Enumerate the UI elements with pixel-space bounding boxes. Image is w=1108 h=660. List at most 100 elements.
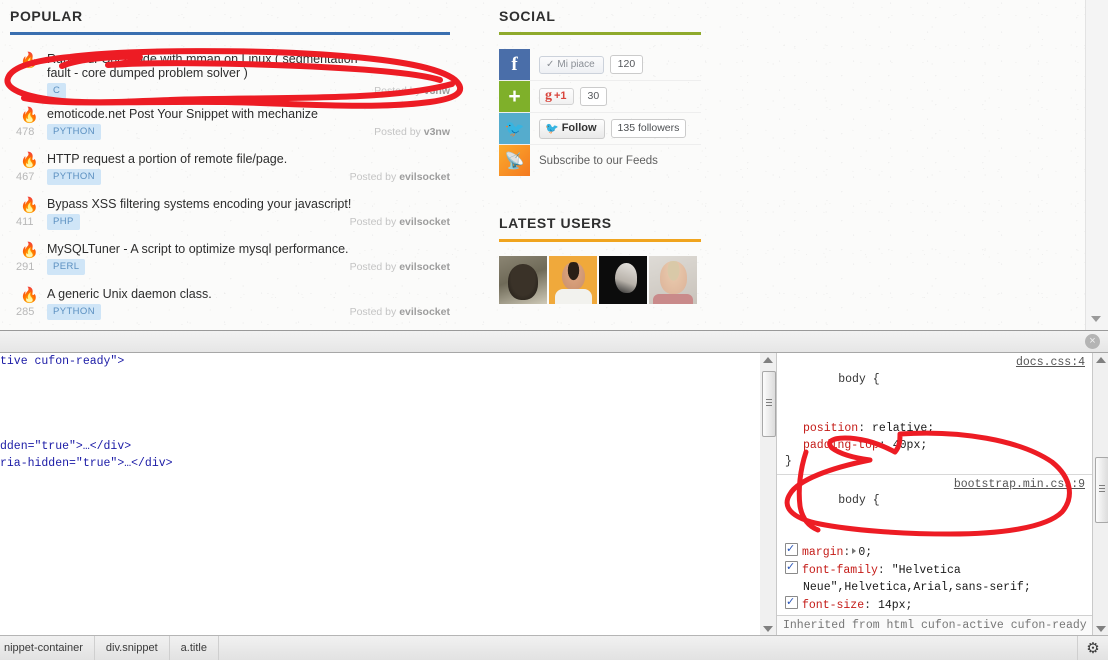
twitter-widget: 🐦 Follow 135 followers	[530, 118, 701, 139]
css-selector[interactable]: body {	[838, 373, 879, 386]
scroll-down-arrow-icon[interactable]	[763, 626, 773, 632]
dom-line[interactable]: tive cufon-ready">	[0, 353, 760, 370]
flame-icon: 🔥	[20, 242, 39, 259]
breadcrumb-item[interactable]: a.title	[170, 636, 219, 660]
posted-prefix: Posted by	[374, 126, 421, 138]
social-section: SOCIAL f ✓ Mi piace 120 + g +1 30 🐦 🐦 Fo…	[499, 8, 701, 176]
scrollbar-thumb[interactable]	[762, 371, 776, 437]
facebook-like-count: 120	[609, 55, 644, 74]
social-accent-rule	[499, 32, 701, 35]
snippet-author[interactable]: v3nw	[424, 85, 450, 97]
scroll-up-arrow-icon[interactable]	[763, 357, 773, 363]
snippet-title[interactable]: emoticode.net Post Your Snippet with mec…	[47, 107, 370, 121]
scroll-down-arrow-icon[interactable]	[1096, 626, 1106, 632]
declaration-checkbox[interactable]	[785, 541, 798, 557]
flame-icon: 🔥	[20, 52, 39, 69]
snippet-author[interactable]: evilsocket	[399, 306, 450, 318]
dom-line[interactable]: dden="true">…</div>	[0, 438, 760, 455]
snippet-title[interactable]: HTTP request a portion of remote file/pa…	[47, 152, 370, 166]
snippet-author[interactable]: evilsocket	[399, 261, 450, 273]
css-declaration[interactable]: font-family: "Helvetica	[783, 559, 1087, 580]
latest-users-section: LATEST USERS	[499, 215, 701, 304]
snippet-language-tag[interactable]: PHP	[47, 214, 80, 230]
css-value-continuation[interactable]: Neue",Helvetica,Arial,sans-serif;	[783, 580, 1087, 597]
rss-icon[interactable]: 📡	[499, 145, 530, 176]
css-declaration[interactable]: padding-top: 40px;	[783, 438, 1087, 455]
latest-users-heading: LATEST USERS	[499, 215, 612, 231]
snippet-language-tag[interactable]: PYTHON	[47, 169, 101, 185]
web-page-viewport: POPULAR 🔥 Run Your Shellcode with mman o…	[0, 0, 1108, 330]
snippet-meta: 285 PYTHON Posted by evilsocket	[10, 304, 450, 321]
snippet-title[interactable]: A generic Unix daemon class.	[47, 287, 370, 301]
social-links-list: f ✓ Mi piace 120 + g +1 30 🐦 🐦 Follow 135 f…	[499, 49, 701, 176]
css-source-link[interactable]: docs.css:4	[1016, 355, 1085, 372]
gear-icon[interactable]: ⚙	[1077, 636, 1108, 660]
page-vertical-scrollbar[interactable]	[1085, 0, 1108, 330]
css-value[interactable]: "Helvetica	[892, 564, 961, 577]
css-property: font-family	[802, 564, 878, 577]
flame-icon: 🔥	[20, 152, 39, 169]
social-heading: SOCIAL	[499, 8, 556, 24]
rss-subscribe-link[interactable]: Subscribe to our Feeds	[539, 155, 658, 167]
twitter-icon[interactable]: 🐦	[499, 113, 530, 144]
twitter-follow-label: Follow	[561, 122, 597, 134]
posted-prefix: Posted by	[349, 171, 397, 183]
snippet-language-tag[interactable]: C	[47, 83, 67, 99]
facebook-like-button[interactable]: ✓ Mi piace	[539, 55, 604, 74]
scroll-down-arrow-icon[interactable]	[1091, 316, 1101, 322]
avatar[interactable]	[499, 256, 547, 304]
snippet-language-tag[interactable]: PERL	[47, 259, 86, 275]
scrollbar-thumb[interactable]	[1095, 457, 1108, 523]
styles-pane-scrollbar[interactable]	[1092, 353, 1108, 636]
snippet-language-tag[interactable]: PYTHON	[47, 124, 101, 140]
close-icon[interactable]: ×	[1085, 334, 1100, 349]
snippet-item[interactable]: 🔥 Bypass XSS filtering systems encoding …	[10, 194, 450, 239]
google-plus-one-button[interactable]: g +1	[539, 88, 574, 105]
declaration-checkbox[interactable]	[785, 594, 798, 611]
snippet-title[interactable]: Bypass XSS filtering systems encoding yo…	[47, 197, 370, 211]
snippet-title[interactable]: MySQLTuner - A script to optimize mysql …	[47, 242, 370, 256]
css-value[interactable]: relative;	[872, 422, 934, 435]
snippet-language-tag[interactable]: PYTHON	[47, 304, 101, 320]
dom-line[interactable]: ria-hidden="true">…</div>	[0, 455, 760, 472]
google-plus-icon[interactable]: +	[499, 81, 530, 112]
css-declaration[interactable]: font-size: 14px;	[783, 594, 1087, 615]
avatar[interactable]	[549, 256, 597, 304]
css-rule-block[interactable]: body { docs.css:4 position: relative; pa…	[777, 353, 1093, 475]
snippet-title[interactable]: Run Your Shellcode with mman on Linux ( …	[47, 52, 370, 80]
devtools-styles-pane[interactable]: body { docs.css:4 position: relative; pa…	[777, 353, 1093, 636]
avatar[interactable]	[599, 256, 647, 304]
snippet-item[interactable]: 🔥 Run Your Shellcode with mman on Linux …	[10, 49, 450, 104]
css-value[interactable]: 40px;	[893, 439, 928, 452]
breadcrumb-item[interactable]: nippet-container	[0, 636, 95, 660]
css-selector[interactable]: body {	[838, 494, 879, 507]
elements-pane-scrollbar[interactable]	[760, 353, 777, 636]
css-declaration[interactable]: position: relative;	[783, 421, 1087, 438]
snippet-author[interactable]: evilsocket	[399, 216, 450, 228]
posted-prefix: Posted by	[349, 306, 397, 318]
declaration-checkbox[interactable]	[785, 559, 798, 576]
snippet-item[interactable]: 🔥 emoticode.net Post Your Snippet with m…	[10, 104, 450, 149]
snippet-item[interactable]: 🔥 HTTP request a portion of remote file/…	[10, 149, 450, 194]
expand-arrow-icon[interactable]	[852, 547, 857, 554]
snippet-item[interactable]: 🔥 A generic Unix daemon class. 285 PYTHO…	[10, 284, 450, 329]
css-value[interactable]: 0;	[858, 546, 872, 559]
dom-line-text: tive cufon-ready">	[0, 355, 125, 368]
css-rule-header: body { bootstrap.min.css:9	[783, 477, 1087, 543]
facebook-icon[interactable]: f	[499, 49, 530, 80]
css-value[interactable]: 14px;	[878, 599, 913, 612]
snippet-author[interactable]: evilsocket	[399, 171, 450, 183]
twitter-follow-button[interactable]: 🐦 Follow	[539, 118, 605, 139]
css-rule-block[interactable]: body { bootstrap.min.css:9 margin:0; fon…	[777, 475, 1093, 636]
scroll-up-arrow-icon[interactable]	[1096, 357, 1106, 363]
avatar[interactable]	[649, 256, 697, 304]
snippet-item[interactable]: 🔥 MySQLTuner - A script to optimize mysq…	[10, 239, 450, 284]
css-declaration[interactable]: margin:0;	[783, 541, 1087, 562]
breadcrumb-item[interactable]: div.snippet	[95, 636, 170, 660]
devtools-elements-pane[interactable]: tive cufon-ready"> dden="true">…</div> r…	[0, 353, 761, 636]
css-source-link[interactable]: bootstrap.min.css:9	[954, 477, 1085, 494]
snippet-meta: 478 PYTHON Posted by v3nw	[10, 124, 450, 141]
snippet-vote-count: 467	[16, 171, 35, 183]
snippet-author[interactable]: v3nw	[424, 126, 450, 138]
css-value[interactable]: Neue",Helvetica,Arial,sans-serif;	[803, 581, 1031, 594]
